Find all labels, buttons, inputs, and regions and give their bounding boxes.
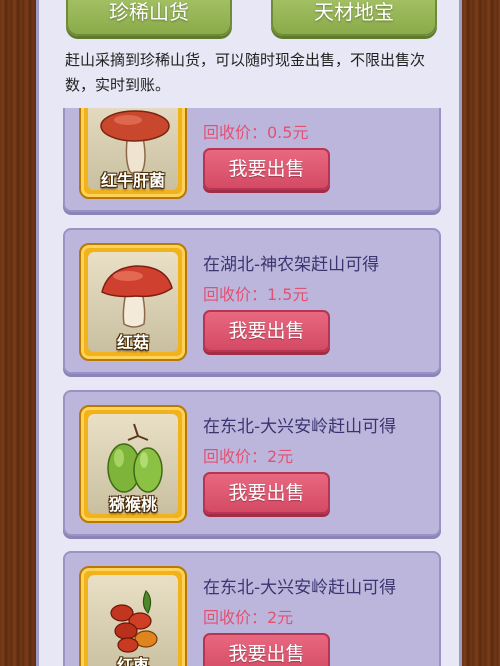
item-name: 红牛肝菌 [100,171,165,190]
item-price: 回收价：2元 [203,447,294,466]
item-name: 红菇 [116,333,149,352]
item-price: 回收价：0.5元 [203,123,309,142]
item-location: 在东北-大兴安岭赶山可得 [203,578,397,598]
tab-rare-goods[interactable]: 珍稀山货 [66,0,232,36]
item-thumbnail: 红枣 [79,566,187,666]
tab-treasures[interactable]: 天材地宝 [271,0,437,36]
wood-border-right [462,0,500,666]
item-name: 红枣 [116,656,149,666]
item-thumbnail: 红菇 [79,243,187,361]
list-item: 红牛肝菌 回收价：0.5元 我要出售 [63,108,441,212]
item-location: 在东北-大兴安岭赶山可得 [203,417,397,437]
sell-button[interactable]: 我要出售 [203,472,330,514]
shop-panel: 珍稀山货 天材地宝 赶山采摘到珍稀山货，可以随时现金出售，不限出售次数，实时到账… [36,0,462,666]
sell-button[interactable]: 我要出售 [203,310,330,352]
list-item: 红菇 在湖北-神农架赶山可得 回收价：1.5元 我要出售 [63,228,441,374]
item-list[interactable]: 红牛肝菌 回收价：0.5元 我要出售 红菇 在湖北-神农架赶山可得 回收价：1.… [63,108,443,666]
list-item: 猕猴桃 在东北-大兴安岭赶山可得 回收价：2元 我要出售 [63,390,441,536]
item-thumbnail: 猕猴桃 [79,405,187,523]
item-price: 回收价：2元 [203,608,294,627]
shop-description: 赶山采摘到珍稀山货，可以随时现金出售，不限出售次数，实时到账。 [65,51,426,94]
sell-button[interactable]: 我要出售 [203,633,330,666]
item-location: 在湖北-神农架赶山可得 [203,255,380,275]
item-price: 回收价：1.5元 [203,285,309,304]
list-item: 红枣 在东北-大兴安岭赶山可得 回收价：2元 我要出售 [63,551,441,666]
item-thumbnail: 红牛肝菌 [79,108,187,199]
item-name: 猕猴桃 [108,495,157,514]
wood-border-left [0,0,36,666]
sell-button[interactable]: 我要出售 [203,148,330,190]
